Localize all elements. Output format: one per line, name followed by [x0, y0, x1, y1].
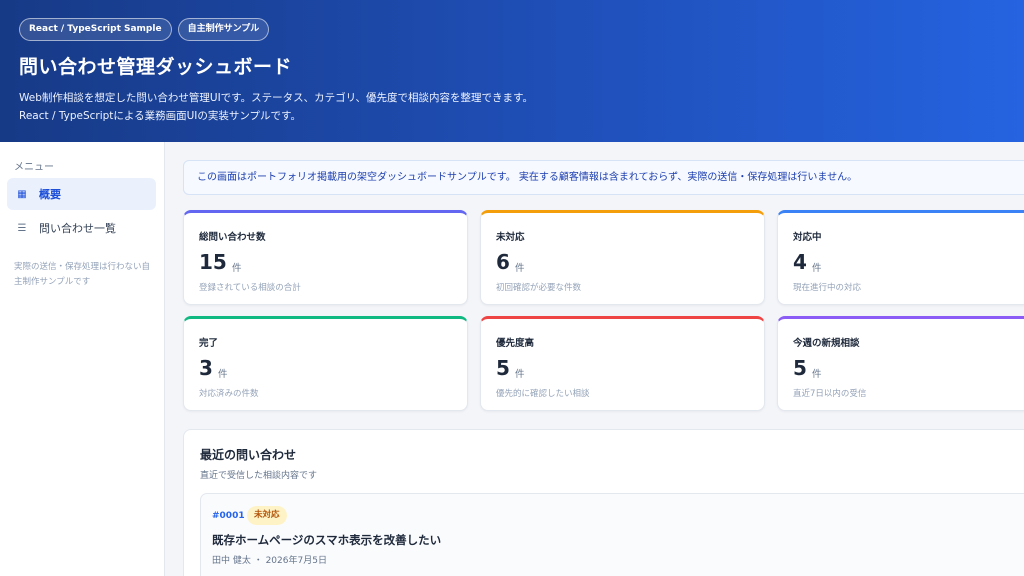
sidebar-item-inquiry-list[interactable]: ☰ 問い合わせ一覧	[7, 212, 156, 244]
stat-title: 優先度高	[496, 338, 535, 349]
stat-unit: 件	[515, 369, 525, 380]
stat-note: 直近7日以内の受信	[793, 389, 867, 399]
sidebar-item-label: 概要	[39, 188, 61, 201]
stat-note: 初回確認が必要な件数	[496, 283, 582, 293]
stat-card-weekly-new: 今週の新規相談 5 件 直近7日以内の受信	[777, 316, 1024, 411]
stat-value: 15	[199, 250, 227, 274]
stat-card-total: 総問い合わせ数 15 件 登録されている相談の合計	[183, 210, 468, 305]
stat-title: 対応中	[793, 232, 822, 243]
stat-value: 5	[496, 356, 510, 380]
stat-note: 対応済みの件数	[199, 389, 259, 399]
stat-unit: 件	[812, 263, 822, 274]
stat-note: 現在進行中の対応	[793, 283, 862, 293]
stat-unit: 件	[218, 369, 228, 380]
inquiry-title: 既存ホームページのスマホ表示を改善したい	[212, 533, 442, 547]
stat-title: 完了	[199, 338, 219, 349]
page-header: React / TypeScript Sample 自主制作サンプル 問い合わせ…	[0, 0, 1024, 142]
sidebar-item-overview[interactable]: ▦ 概要	[7, 178, 156, 210]
stat-title: 総問い合わせ数	[199, 232, 266, 243]
description-line-1: Web制作相談を想定した問い合わせ管理UIです。ステータス、カテゴリ、優先度で相…	[19, 92, 533, 104]
inquiry-meta: 田中 健太 ・ 2026年7月5日	[212, 556, 327, 566]
stat-note: 登録されている相談の合計	[199, 283, 301, 293]
sidebar-menu-label: メニュー	[14, 162, 54, 173]
stat-unit: 件	[515, 263, 525, 274]
demo-notice: この画面はポートフォリオ掲載用の架空ダッシュボードサンプルです。 実在する顧客情…	[183, 160, 1024, 195]
inquiry-item[interactable]: #0001 未対応 既存ホームページのスマホ表示を改善したい 田中 健太 ・ 2…	[200, 493, 1024, 576]
sidebar: メニュー ▦ 概要 ☰ 問い合わせ一覧 実際の送信・保存処理は行わない自主制作サ…	[0, 142, 165, 576]
list-icon: ☰	[17, 222, 27, 234]
stat-unit: 件	[232, 263, 242, 274]
page-description: Web制作相談を想定した問い合わせ管理UIです。ステータス、カテゴリ、優先度で相…	[19, 89, 533, 125]
header-badges: React / TypeScript Sample 自主制作サンプル	[19, 18, 270, 41]
recent-subtitle: 直近で受信した相談内容です	[200, 471, 318, 481]
tech-badge: React / TypeScript Sample	[19, 18, 172, 41]
sidebar-item-label: 問い合わせ一覧	[39, 222, 116, 235]
stat-card-open: 未対応 6 件 初回確認が必要な件数	[480, 210, 765, 305]
recent-inquiries-panel: 最近の問い合わせ 直近で受信した相談内容です #0001 未対応 既存ホームペー…	[183, 429, 1024, 576]
stat-note: 優先的に確認したい相談	[496, 389, 590, 399]
stat-value: 3	[199, 356, 213, 380]
page-title: 問い合わせ管理ダッシュボード	[19, 56, 293, 78]
stat-card-done: 完了 3 件 対応済みの件数	[183, 316, 468, 411]
status-badge: 未対応	[247, 506, 287, 525]
stat-unit: 件	[812, 369, 822, 380]
stat-value: 6	[496, 250, 510, 274]
grid-icon: ▦	[17, 188, 27, 200]
sidebar-note: 実際の送信・保存処理は行わない自主制作サンプルです	[14, 262, 151, 287]
inquiry-id: #0001	[212, 511, 245, 521]
sample-badge: 自主制作サンプル	[177, 18, 270, 41]
stat-title: 未対応	[496, 232, 525, 243]
stat-card-in-progress: 対応中 4 件 現在進行中の対応	[777, 210, 1024, 305]
stat-title: 今週の新規相談	[793, 338, 860, 349]
stat-value: 4	[793, 250, 807, 274]
stat-value: 5	[793, 356, 807, 380]
description-line-2: React / TypeScriptによる業務画面UIの実装サンプルです。	[19, 110, 301, 122]
recent-title: 最近の問い合わせ	[200, 448, 297, 462]
stat-card-high-priority: 優先度高 5 件 優先的に確認したい相談	[480, 316, 765, 411]
